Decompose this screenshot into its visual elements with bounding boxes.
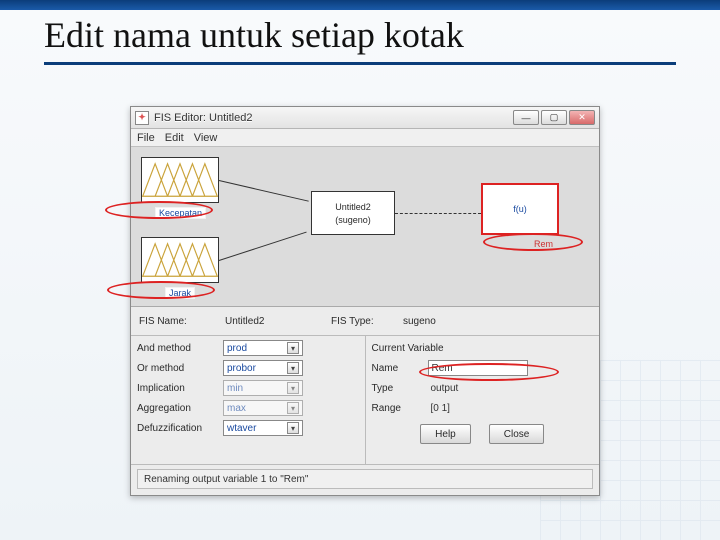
defuzz-value: wtaver [227, 423, 256, 434]
close-label: Close [504, 429, 530, 440]
cv-type-label: Type [372, 383, 422, 394]
fis-info-panel: FIS Name: Untitled2 FIS Type: sugeno [131, 307, 599, 336]
slide-title: Edit nama untuk setiap kotak [44, 14, 676, 56]
fis-name-value: Untitled2 [225, 316, 325, 327]
help-label: Help [435, 429, 456, 440]
cv-range-value: [0 1] [428, 400, 528, 416]
chevron-down-icon: ▾ [287, 362, 299, 374]
methods-column: And method prod ▾ Or method probor ▾ Imp… [131, 336, 365, 464]
menu-file[interactable]: File [137, 132, 155, 144]
cv-name-label: Name [372, 363, 422, 374]
statusbar: Renaming output variable 1 to "Rem" [137, 469, 593, 489]
menu-view[interactable]: View [194, 132, 218, 144]
or-label: Or method [137, 363, 217, 374]
connector-line [219, 232, 307, 261]
close-button[interactable]: Close [489, 424, 545, 444]
window-titlebar[interactable]: ✦ FIS Editor: Untitled2 — ▢ ✕ [131, 107, 599, 129]
input1-label: Kecepatan [155, 207, 206, 219]
agg-label: Aggregation [137, 403, 217, 414]
output-box[interactable]: f(u) [481, 183, 559, 235]
mf-curves-icon [142, 238, 218, 282]
status-text: Renaming output variable 1 to "Rem" [144, 474, 308, 485]
close-window-button[interactable]: ✕ [569, 110, 595, 125]
rule-box[interactable]: Untitled2 (sugeno) [311, 191, 395, 235]
cv-type-value: output [428, 380, 528, 396]
minimize-button[interactable]: — [513, 110, 539, 125]
and-select[interactable]: prod ▾ [223, 340, 303, 356]
fis-name-label: FIS Name: [139, 316, 219, 327]
maximize-button[interactable]: ▢ [541, 110, 567, 125]
input1-box[interactable] [141, 157, 219, 203]
connector-line [219, 180, 309, 202]
cv-range-label: Range [372, 403, 422, 414]
diagram-canvas: Kecepatan Jarak Untitled2 (sugeno) f(u) … [131, 147, 599, 307]
cv-name-value: Rem [432, 363, 453, 374]
rule-type: (sugeno) [335, 215, 371, 225]
agg-select[interactable]: max ▾ [223, 400, 303, 416]
slide-top-strip [0, 0, 720, 10]
agg-value: max [227, 403, 246, 414]
defuzz-select[interactable]: wtaver ▾ [223, 420, 303, 436]
imp-select[interactable]: min ▾ [223, 380, 303, 396]
cv-name-field[interactable]: Rem [428, 360, 528, 376]
window-title-text: FIS Editor: Untitled2 [154, 112, 508, 124]
output-text: f(u) [513, 204, 527, 214]
chevron-down-icon: ▾ [287, 342, 299, 354]
menubar: File Edit View [131, 129, 599, 147]
chevron-down-icon: ▾ [287, 382, 299, 394]
connector-dash [395, 213, 481, 214]
current-variable-column: Current Variable Name Rem Type output Ra… [366, 336, 600, 464]
input2-label: Jarak [165, 287, 195, 299]
chevron-down-icon: ▾ [287, 402, 299, 414]
input2-box[interactable] [141, 237, 219, 283]
imp-label: Implication [137, 383, 217, 394]
output-label: Rem [531, 239, 556, 249]
current-header: Current Variable [372, 343, 444, 354]
and-label: And method [137, 343, 217, 354]
mf-curves-icon [142, 158, 218, 202]
or-select[interactable]: probor ▾ [223, 360, 303, 376]
fis-type-label: FIS Type: [331, 316, 397, 327]
or-value: probor [227, 363, 256, 374]
matlab-icon: ✦ [135, 111, 149, 125]
and-value: prod [227, 343, 247, 354]
fis-type-value: sugeno [403, 316, 436, 327]
rule-name: Untitled2 [335, 202, 371, 212]
chevron-down-icon: ▾ [287, 422, 299, 434]
help-button[interactable]: Help [420, 424, 471, 444]
slide-title-area: Edit nama untuk setiap kotak [44, 14, 676, 65]
imp-value: min [227, 383, 243, 394]
settings-panel: And method prod ▾ Or method probor ▾ Imp… [131, 336, 599, 465]
fis-editor-window: ✦ FIS Editor: Untitled2 — ▢ ✕ File Edit … [130, 106, 600, 496]
slide-title-underline [44, 62, 676, 65]
menu-edit[interactable]: Edit [165, 132, 184, 144]
defuzz-label: Defuzzification [137, 423, 217, 434]
